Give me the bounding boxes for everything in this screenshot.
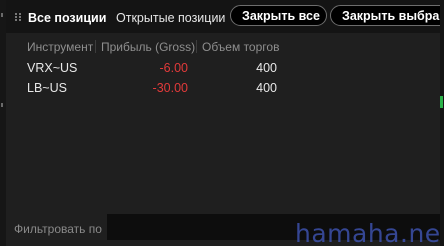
edge-mark — [1, 103, 3, 107]
column-separator[interactable] — [196, 40, 197, 53]
close-all-button[interactable]: Закрыть все — [230, 5, 327, 26]
drag-handle-icon[interactable] — [15, 13, 21, 21]
row-profit[interactable]: -6.00 — [160, 61, 189, 75]
tab-open-positions[interactable]: Открытые позиции — [116, 11, 225, 25]
tab-all-positions[interactable]: Все позиции — [28, 11, 106, 25]
left-edge — [0, 0, 6, 246]
row-instrument[interactable]: LB~US — [27, 81, 67, 95]
close-selected-button[interactable]: Закрыть выбранн — [330, 5, 444, 26]
column-header-volume[interactable]: Объем торгов — [202, 40, 279, 54]
column-header-instrument[interactable]: Инструмент — [27, 40, 93, 54]
watermark: hamaha.net — [295, 219, 444, 246]
row-profit[interactable]: -30.00 — [153, 81, 188, 95]
column-separator[interactable] — [95, 40, 96, 53]
column-header-profit[interactable]: Прибыль (Gross) — [101, 40, 195, 54]
row-volume[interactable]: 400 — [256, 81, 277, 95]
edge-mark — [440, 96, 443, 108]
filter-label: Фильтровать по — [14, 222, 102, 236]
row-instrument[interactable]: VRX~US — [27, 61, 77, 75]
right-edge — [440, 0, 444, 246]
row-volume[interactable]: 400 — [256, 61, 277, 75]
tab-bar: Все позиции Открытые позиции Закрыть все… — [6, 0, 444, 33]
positions-panel: Все позиции Открытые позиции Закрыть все… — [0, 0, 444, 246]
edge-mark — [1, 13, 3, 17]
